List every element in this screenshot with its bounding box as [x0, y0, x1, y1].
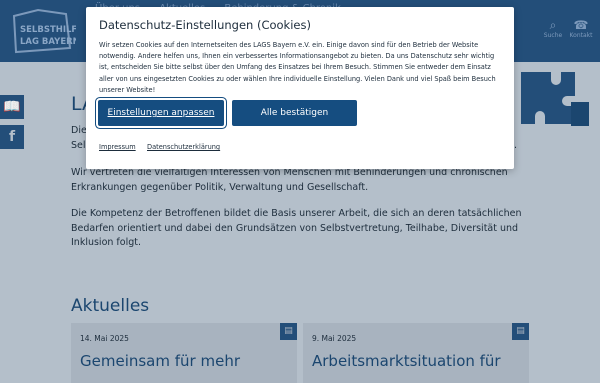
imprint-link[interactable]: Impressum [99, 143, 136, 151]
phone-icon: ☎ [573, 18, 589, 32]
news-card[interactable]: 14. Mai 2025 Gemeinsam für mehr ▤ [71, 323, 297, 383]
intro-paragraph-2: Wir vertreten die vielfältigen Interesse… [71, 167, 508, 193]
news-title: Arbeitsmarktsituation für [312, 352, 501, 370]
search-label: Suche [543, 32, 563, 39]
news-date: 9. Mai 2025 [312, 334, 357, 343]
logo-text-2: LAG BAYERN [20, 37, 76, 47]
header-search[interactable]: ⌕ Suche [538, 18, 568, 39]
puzzle-decoration [521, 72, 589, 126]
news-title: Gemeinsam für mehr [80, 352, 240, 370]
dialog-body: Wir setzen Cookies auf den Internetseite… [99, 41, 496, 94]
contact-label: Kontakt [569, 32, 593, 39]
accept-all-button[interactable]: Alle bestätigen [232, 100, 357, 126]
intro-paragraph-3: Die Kompetenz der Betroffenen bildet die… [71, 208, 522, 248]
header-contact[interactable]: ☎ Kontakt [566, 18, 596, 39]
book-icon[interactable]: 📖 [0, 95, 24, 119]
news-date: 14. Mai 2025 [80, 334, 129, 343]
logo-text-1: SELBSTHILFE [20, 25, 76, 35]
site-logo[interactable]: SELBSTHILFE LAG BAYERN [8, 6, 76, 56]
settings-button-label: Einstellungen anpassen [107, 108, 215, 118]
news-card[interactable]: 9. Mai 2025 Arbeitsmarktsituation für ▤ [303, 323, 529, 383]
cookie-consent-dialog: Datenschutz-Einstellungen (Cookies) Wir … [86, 7, 514, 169]
settings-button[interactable]: Einstellungen anpassen [98, 100, 224, 126]
newspaper-icon: ▤ [512, 323, 529, 340]
newspaper-icon: ▤ [280, 323, 297, 340]
dialog-title: Datenschutz-Einstellungen (Cookies) [99, 18, 311, 32]
privacy-link[interactable]: Datenschutzerklärung [147, 143, 220, 151]
news-heading: Aktuelles [71, 296, 150, 316]
search-icon: ⌕ [549, 18, 557, 32]
facebook-icon[interactable]: f [0, 125, 24, 149]
